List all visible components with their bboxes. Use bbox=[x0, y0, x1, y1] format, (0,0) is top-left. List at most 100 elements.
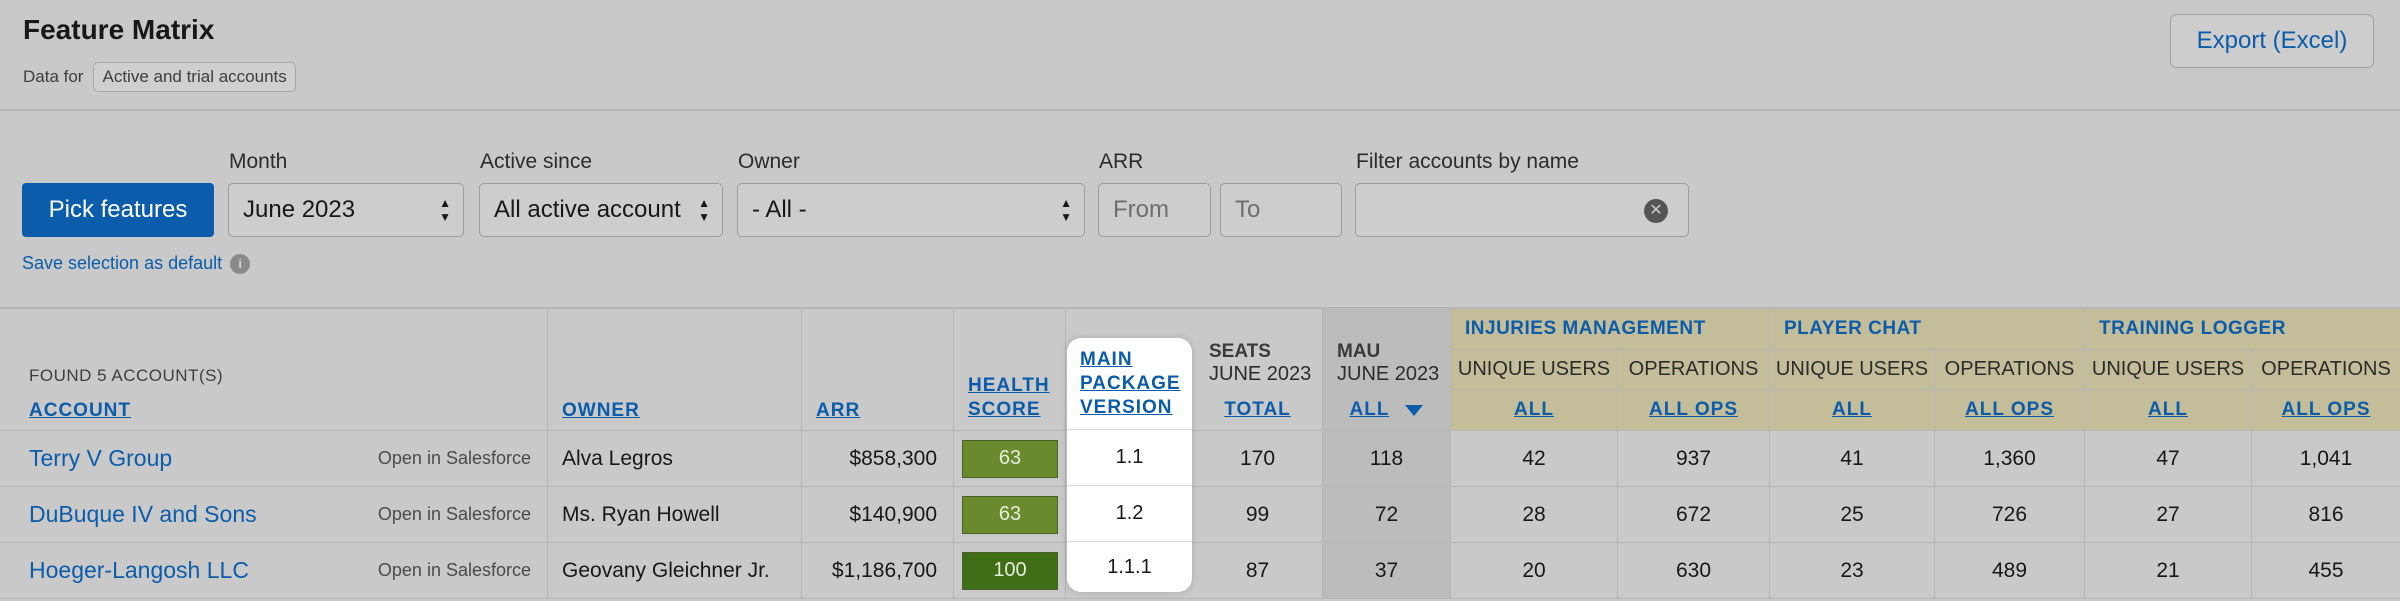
account-link[interactable]: Terry V Group bbox=[29, 445, 172, 472]
group-title: TRAINING LOGGER bbox=[2099, 318, 2286, 339]
sort-desc-icon[interactable] bbox=[1405, 404, 1424, 416]
mpv-sort-link[interactable]: MAIN PACKAGE VERSION bbox=[1080, 348, 1181, 420]
sub-label: UNIQUE USERS bbox=[2091, 358, 2245, 380]
feature-metric-cell: 1,041 bbox=[2252, 431, 2400, 487]
mau-period: JUNE 2023 bbox=[1337, 363, 1440, 385]
group-sub-unique: UNIQUE USERS bbox=[2085, 350, 2252, 390]
account-cell: DuBuque IV and Sons Open in Salesforce bbox=[0, 487, 548, 543]
group-all-ops-link[interactable]: ALL OPS bbox=[1649, 399, 1738, 421]
save-default-link[interactable]: Save selection as default i bbox=[22, 253, 251, 274]
feature-metric-value: 21 bbox=[2156, 558, 2180, 582]
group-all-link[interactable]: ALL bbox=[2148, 399, 2188, 421]
group-link-cell: ALL bbox=[1451, 390, 1618, 431]
feature-metric-cell: 937 bbox=[1618, 431, 1770, 487]
group-link-cell: ALL bbox=[1770, 390, 1935, 431]
feature-metric-cell: 21 bbox=[2085, 543, 2252, 599]
page-title: Feature Matrix bbox=[23, 14, 215, 45]
health-score-badge: 63 bbox=[962, 495, 1058, 534]
select-arrows-icon: ▲ ▼ bbox=[439, 196, 451, 224]
mau-all-link[interactable]: ALL bbox=[1350, 399, 1390, 421]
owner-sort-link[interactable]: OWNER bbox=[562, 400, 640, 422]
arr-from-input[interactable]: From bbox=[1098, 183, 1211, 237]
owner-cell: Ms. Ryan Howell bbox=[548, 487, 802, 543]
pick-features-button[interactable]: Pick features bbox=[22, 183, 214, 237]
group-sub-ops: OPERATIONS bbox=[1935, 350, 2085, 390]
group-all-ops-link[interactable]: ALL OPS bbox=[2282, 399, 2371, 421]
data-for-label: Data for bbox=[23, 67, 84, 86]
group-all-link[interactable]: ALL bbox=[1514, 399, 1554, 421]
owner-value: Ms. Ryan Howell bbox=[562, 502, 720, 526]
feature-metric-value: 20 bbox=[1522, 558, 1546, 582]
group-sub-ops: OPERATIONS bbox=[2252, 350, 2400, 390]
health-header: HEALTH SCORE bbox=[954, 309, 1066, 431]
account-sort-link[interactable]: ACCOUNT bbox=[29, 400, 131, 422]
account-link[interactable]: DuBuque IV and Sons bbox=[29, 501, 257, 528]
sub-label: OPERATIONS bbox=[1628, 358, 1759, 380]
feature-metric-value: 47 bbox=[2156, 446, 2180, 470]
mau-header: MAU JUNE 2023 bbox=[1323, 309, 1451, 390]
health-score-badge: 63 bbox=[962, 439, 1058, 478]
group-link-cell: ALL OPS bbox=[1935, 390, 2085, 431]
month-select[interactable]: June 2023 ▲ ▼ bbox=[228, 183, 464, 237]
open-in-salesforce-link[interactable]: Open in Salesforce bbox=[378, 448, 531, 469]
seats-link-cell: TOTAL bbox=[1193, 390, 1323, 431]
owner-label: Owner bbox=[738, 150, 800, 173]
feature-metric-value: 630 bbox=[1675, 558, 1712, 582]
arr-cell: $140,900 bbox=[802, 487, 954, 543]
group-title: INJURIES MANAGEMENT bbox=[1465, 318, 1706, 339]
mpv-cell: 1.1.1 bbox=[1107, 555, 1152, 578]
mau-value: 72 bbox=[1374, 502, 1399, 526]
feature-matrix-table: FOUND 5 ACCOUNT(S) ACCOUNT OWNER ARR HEA… bbox=[0, 307, 2400, 601]
arr-from-placeholder: From bbox=[1113, 196, 1169, 223]
sub-label: UNIQUE USERS bbox=[1775, 358, 1929, 380]
arr-value: $1,186,700 bbox=[831, 558, 937, 582]
feature-metric-cell: 816 bbox=[2252, 487, 2400, 543]
feature-metric-cell: 25 bbox=[1770, 487, 1935, 543]
feature-metric-cell: 27 bbox=[2085, 487, 2252, 543]
name-filter-label: Filter accounts by name bbox=[1356, 150, 1579, 173]
mpv-line1: MAIN bbox=[1080, 349, 1133, 370]
mau-cell: 37 bbox=[1323, 543, 1451, 599]
arr-to-placeholder: To bbox=[1235, 196, 1261, 223]
arr-cell: $858,300 bbox=[802, 431, 954, 487]
feature-metric-value: 27 bbox=[2156, 502, 2180, 526]
seats-cell: 99 bbox=[1193, 487, 1323, 543]
info-icon[interactable]: i bbox=[230, 253, 251, 274]
group-all-ops-link[interactable]: ALL OPS bbox=[1965, 399, 2054, 421]
health-sort-link[interactable]: HEALTH SCORE bbox=[968, 374, 1050, 422]
name-filter-input[interactable]: ✕ bbox=[1355, 183, 1689, 237]
feature-metric-cell: 672 bbox=[1618, 487, 1770, 543]
sub-label: OPERATIONS bbox=[1944, 358, 2075, 380]
open-in-salesforce-link[interactable]: Open in Salesforce bbox=[378, 504, 531, 525]
feature-metric-value: 41 bbox=[1840, 446, 1864, 470]
page-header: Feature Matrix Data for Active and trial… bbox=[0, 0, 2400, 111]
active-since-select[interactable]: All active account ▲ ▼ bbox=[479, 183, 723, 237]
seats-cell: 170 bbox=[1193, 431, 1323, 487]
month-value: June 2023 bbox=[243, 196, 356, 223]
group-training-logger: TRAINING LOGGER bbox=[2085, 309, 2400, 350]
owner-select[interactable]: - All - ▲ ▼ bbox=[737, 183, 1085, 237]
sub-label: UNIQUE USERS bbox=[1457, 358, 1611, 380]
arr-value: $858,300 bbox=[849, 446, 937, 470]
seats-total-link[interactable]: TOTAL bbox=[1224, 399, 1291, 421]
arr-cell: $1,186,700 bbox=[802, 543, 954, 599]
arr-to-input[interactable]: To bbox=[1220, 183, 1342, 237]
feature-metric-cell: 20 bbox=[1451, 543, 1618, 599]
health-cell: 63 bbox=[954, 487, 1066, 543]
seats-cell: 87 bbox=[1193, 543, 1323, 599]
owner-cell: Geovany Gleichner Jr. bbox=[548, 543, 802, 599]
mpv-line2: PACKAGE bbox=[1080, 373, 1181, 394]
group-all-link[interactable]: ALL bbox=[1832, 399, 1872, 421]
feature-metric-value: 455 bbox=[2308, 558, 2344, 582]
clear-icon[interactable]: ✕ bbox=[1644, 199, 1668, 223]
account-link[interactable]: Hoeger-Langosh LLC bbox=[29, 557, 249, 584]
mau-link-cell: ALL bbox=[1323, 390, 1451, 431]
arr-sort-link[interactable]: ARR bbox=[816, 400, 860, 422]
export-excel-button[interactable]: Export (Excel) bbox=[2170, 14, 2374, 68]
health-line1: HEALTH bbox=[968, 375, 1050, 396]
select-arrows-icon: ▲ ▼ bbox=[1060, 196, 1072, 224]
data-for-line: Data for Active and trial accounts bbox=[23, 62, 296, 92]
open-in-salesforce-link[interactable]: Open in Salesforce bbox=[378, 560, 531, 581]
feature-metric-cell: 455 bbox=[2252, 543, 2400, 599]
feature-metric-cell: 1,360 bbox=[1935, 431, 2085, 487]
